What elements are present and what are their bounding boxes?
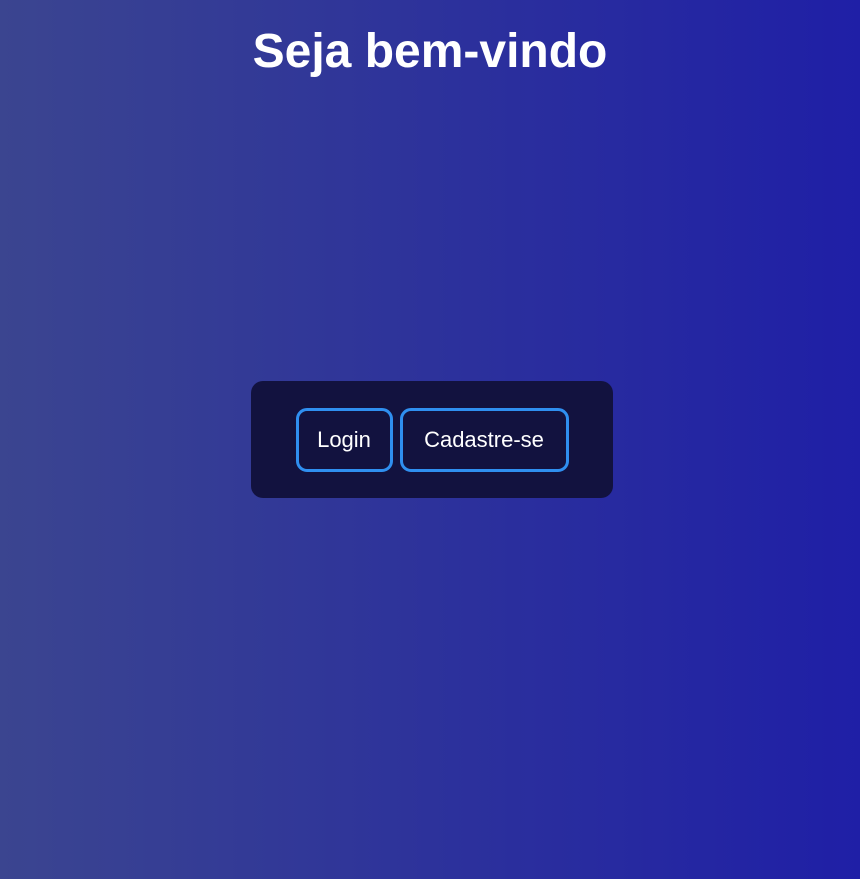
auth-panel: Login Cadastre-se bbox=[251, 381, 613, 498]
signup-button[interactable]: Cadastre-se bbox=[399, 407, 569, 472]
login-button[interactable]: Login bbox=[295, 407, 393, 472]
page-title: Seja bem-vindo bbox=[252, 25, 608, 78]
